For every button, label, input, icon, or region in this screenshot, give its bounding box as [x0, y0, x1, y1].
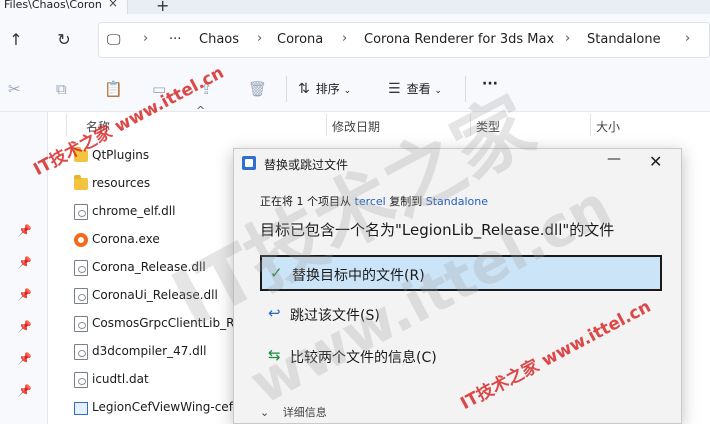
sort-ascending-icon: ^ [196, 104, 206, 117]
tab-title: Files\Chaos\Coron [4, 0, 102, 11]
file-row[interactable]: resources [70, 170, 240, 198]
paste-icon[interactable]: 📋 [104, 80, 123, 98]
file-name: LegionCefViewWing-cef- [92, 400, 237, 414]
view-button[interactable]: ☰ 查看 ⌄ [388, 80, 442, 97]
file-name: QtPlugins [92, 148, 150, 162]
up-icon[interactable]: ↑ [6, 30, 26, 49]
details-label: 详细信息 [282, 406, 327, 419]
pin-icon[interactable]: 📌 [18, 256, 32, 269]
file-icon [74, 204, 88, 220]
cut-icon[interactable]: ✂ [8, 80, 21, 98]
sort-label: 排序 [315, 82, 340, 96]
breadcrumb-chaos[interactable]: Chaos [199, 32, 239, 47]
column-size[interactable]: 大小 [596, 118, 620, 135]
chevron-down-icon: ⌄ [343, 86, 352, 96]
refresh-icon[interactable]: ↻ [54, 30, 74, 49]
column-divider [66, 114, 67, 136]
file-name: Corona.exe [92, 232, 160, 246]
file-name: resources [92, 176, 151, 190]
chevron-icon: › [685, 31, 691, 46]
delete-icon[interactable]: 🗑 [248, 80, 267, 98]
file-icon [74, 372, 88, 388]
file-row[interactable]: LegionCefViewWing-cef- [70, 394, 240, 422]
sort-icon: ⇅ [298, 81, 310, 97]
tab-close-icon[interactable]: × [108, 0, 118, 9]
tab-strip: Files\Chaos\Coron × + [0, 0, 710, 15]
folder-icon [74, 175, 88, 190]
view-label: 查看 [406, 82, 431, 96]
address-row: ↑ ↻ 🖵 › ··· Chaos › Corona › Corona Rend… [0, 14, 710, 66]
pin-icon[interactable]: 📌 [18, 320, 32, 333]
file-icon [74, 260, 88, 276]
breadcrumb-renderer[interactable]: Corona Renderer for 3ds Max [364, 32, 554, 47]
column-divider[interactable] [326, 114, 327, 136]
view-icon: ☰ [388, 81, 401, 97]
chevron-icon: › [342, 31, 348, 46]
toolbar-divider [286, 76, 287, 102]
pin-icon[interactable]: 📌 [18, 288, 32, 301]
pin-icon[interactable]: 📌 [18, 352, 32, 365]
tab-current[interactable]: Files\Chaos\Coron × [0, 0, 128, 14]
computer-icon[interactable]: 🖵 [107, 32, 121, 48]
copy-icon[interactable]: ⧉ [56, 80, 67, 98]
minimize-icon[interactable]: — [607, 151, 621, 167]
column-divider[interactable] [590, 114, 591, 136]
chevron-icon: › [565, 31, 571, 46]
breadcrumb[interactable]: 🖵 › ··· Chaos › Corona › Corona Renderer… [98, 22, 710, 58]
breadcrumb-more[interactable]: ··· [169, 32, 181, 47]
file-icon [74, 344, 88, 360]
breadcrumb-standalone[interactable]: Standalone [587, 32, 661, 47]
breadcrumb-corona[interactable]: Corona [277, 32, 323, 47]
pin-icon[interactable]: 📌 [18, 224, 32, 237]
corona-app-icon [74, 233, 88, 247]
copy-dialog-icon [242, 156, 256, 170]
file-icon [74, 288, 88, 304]
new-tab-button[interactable]: + [156, 0, 169, 15]
file-row[interactable]: icudtl.dat [70, 366, 240, 394]
pin-icon[interactable]: 📌 [18, 384, 32, 397]
application-icon [74, 402, 88, 415]
close-icon[interactable]: ✕ [649, 152, 662, 171]
sort-button[interactable]: ⇅ 排序 ⌄ [298, 80, 351, 97]
file-name: chrome_elf.dll [92, 204, 176, 218]
file-icon [74, 316, 88, 332]
chevron-icon: › [143, 31, 149, 46]
command-bar: ✂ ⧉ 📋 ▭ ⇪ 🗑 ⇅ 排序 ⌄ ☰ 查看 ⌄ ··· [0, 66, 710, 112]
file-name: icudtl.dat [92, 372, 149, 386]
file-name: d3dcompiler_47.dll [92, 344, 207, 358]
chevron-icon: › [257, 31, 263, 46]
